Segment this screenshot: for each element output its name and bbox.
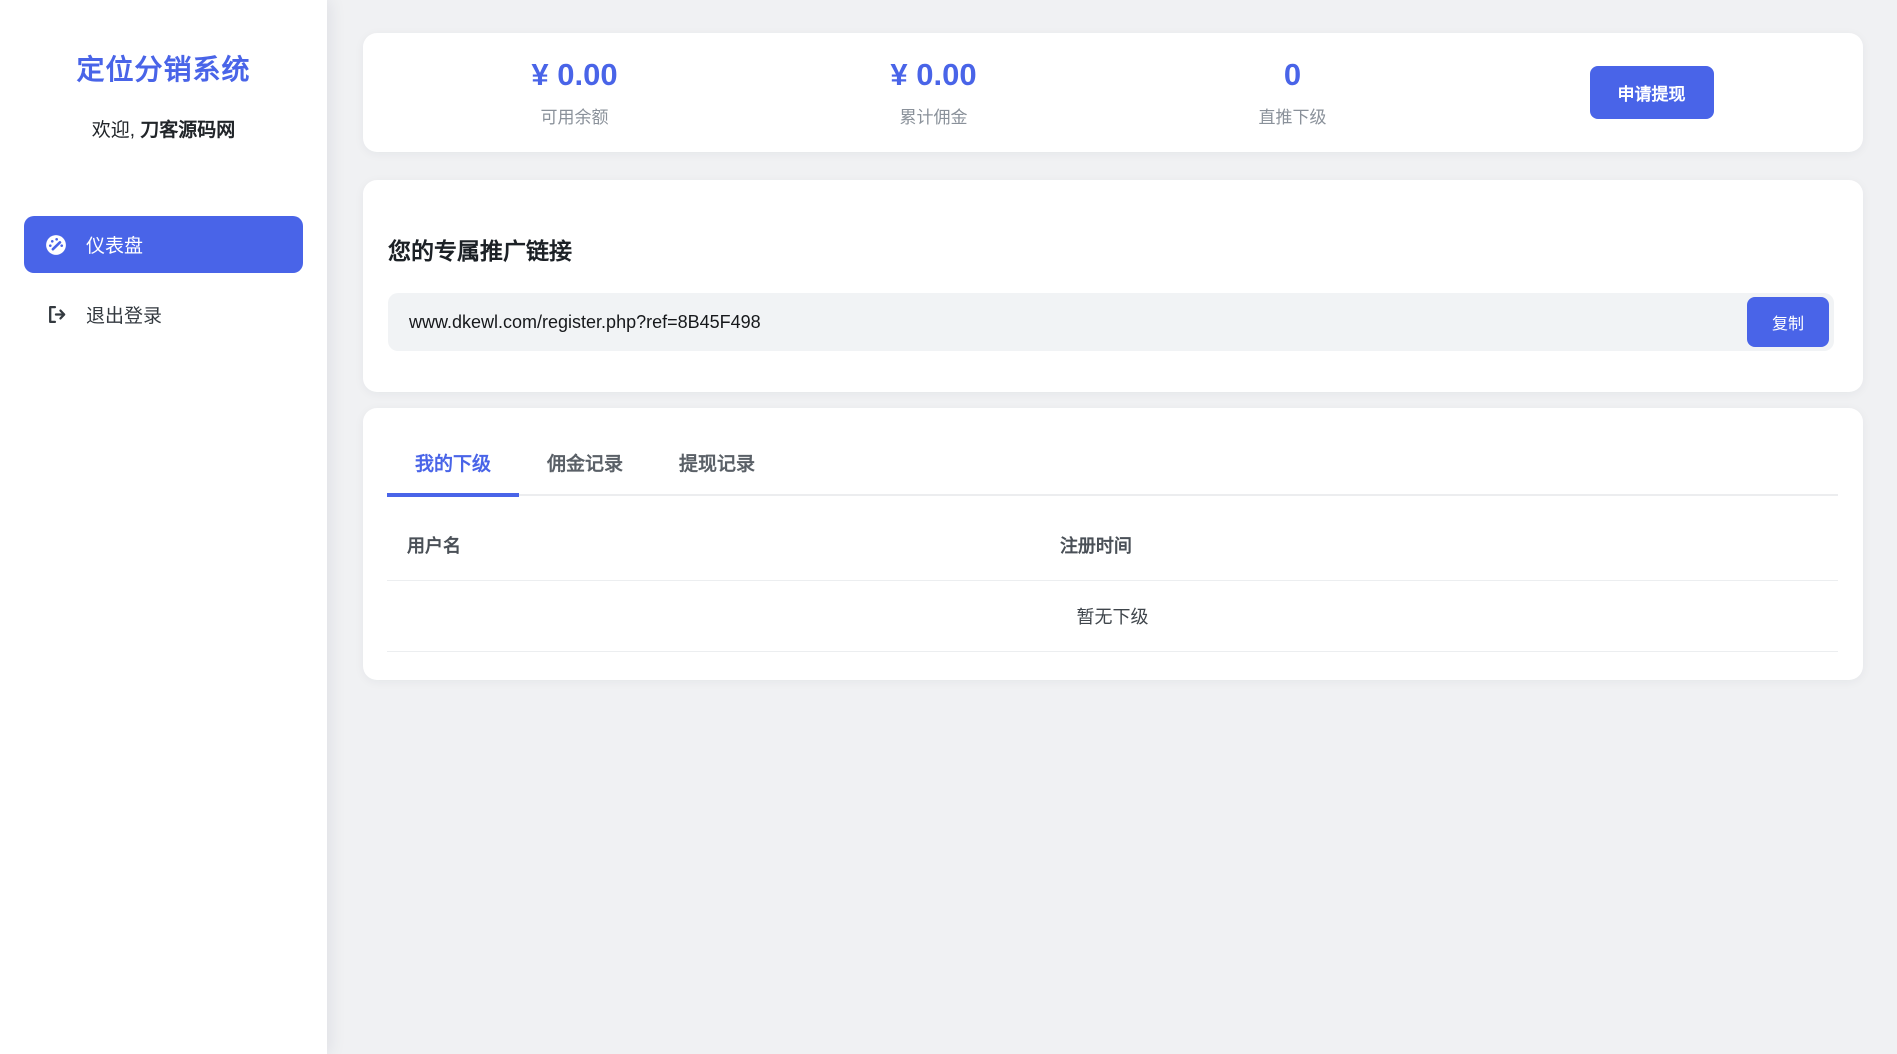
tab-commission-records[interactable]: 佣金记录 xyxy=(519,449,651,497)
welcome-text: 欢迎, 刀客源码网 xyxy=(0,115,327,142)
main-content: ¥ 0.00 可用余额 ¥ 0.00 累计佣金 0 直推下级 申请提现 您的专属… xyxy=(327,0,1897,680)
app-title: 定位分销系统 xyxy=(0,48,327,88)
stat-value: ¥ 0.00 xyxy=(754,57,1113,93)
promo-title: 您的专属推广链接 xyxy=(388,232,1834,266)
sidebar-item-dashboard[interactable]: 仪表盘 xyxy=(24,216,303,273)
empty-state-text: 暂无下级 xyxy=(387,581,1838,652)
referral-link-bar: www.dkewl.com/register.php?ref=8B45F498 … xyxy=(388,293,1834,351)
column-header-register-time: 注册时间 xyxy=(1040,504,1838,581)
stats-card: ¥ 0.00 可用余额 ¥ 0.00 累计佣金 0 直推下级 申请提现 xyxy=(363,33,1863,152)
stat-action: 申请提现 xyxy=(1472,66,1831,119)
stat-direct-referrals: 0 直推下级 xyxy=(1113,57,1472,128)
referral-link[interactable]: www.dkewl.com/register.php?ref=8B45F498 xyxy=(409,312,1747,333)
stat-label: 累计佣金 xyxy=(754,103,1113,128)
sidebar-item-logout[interactable]: 退出登录 xyxy=(24,286,303,343)
copy-button[interactable]: 复制 xyxy=(1747,297,1829,347)
table-header-row: 用户名 注册时间 xyxy=(387,504,1838,581)
sidebar: 定位分销系统 欢迎, 刀客源码网 仪表盘 xyxy=(0,0,327,1054)
sidebar-item-label: 退出登录 xyxy=(86,301,162,328)
sidebar-menu: 仪表盘 退出登录 xyxy=(0,216,327,343)
stat-label: 直推下级 xyxy=(1113,103,1472,128)
stat-value: 0 xyxy=(1113,57,1472,93)
tab-my-referrals[interactable]: 我的下级 xyxy=(387,449,519,497)
stat-value: ¥ 0.00 xyxy=(395,57,754,93)
logout-icon xyxy=(45,304,67,325)
stat-label: 可用余额 xyxy=(395,103,754,128)
table-empty-row: 暂无下级 xyxy=(387,581,1838,652)
welcome-prefix: 欢迎, xyxy=(92,120,135,141)
gauge-icon xyxy=(45,234,67,256)
records-card: 我的下级 佣金记录 提现记录 用户名 注册时间 暂无下级 xyxy=(363,408,1863,680)
stat-available-balance: ¥ 0.00 可用余额 xyxy=(395,57,754,128)
tabs-bar: 我的下级 佣金记录 提现记录 xyxy=(387,408,1838,496)
column-header-username: 用户名 xyxy=(387,504,1040,581)
stat-total-commission: ¥ 0.00 累计佣金 xyxy=(754,57,1113,128)
referrals-table: 用户名 注册时间 暂无下级 xyxy=(387,504,1838,652)
promo-card: 您的专属推广链接 www.dkewl.com/register.php?ref=… xyxy=(363,180,1863,392)
username: 刀客源码网 xyxy=(140,120,235,141)
tab-withdrawal-records[interactable]: 提现记录 xyxy=(651,449,783,497)
sidebar-item-label: 仪表盘 xyxy=(86,231,143,258)
withdraw-button[interactable]: 申请提现 xyxy=(1590,66,1714,119)
